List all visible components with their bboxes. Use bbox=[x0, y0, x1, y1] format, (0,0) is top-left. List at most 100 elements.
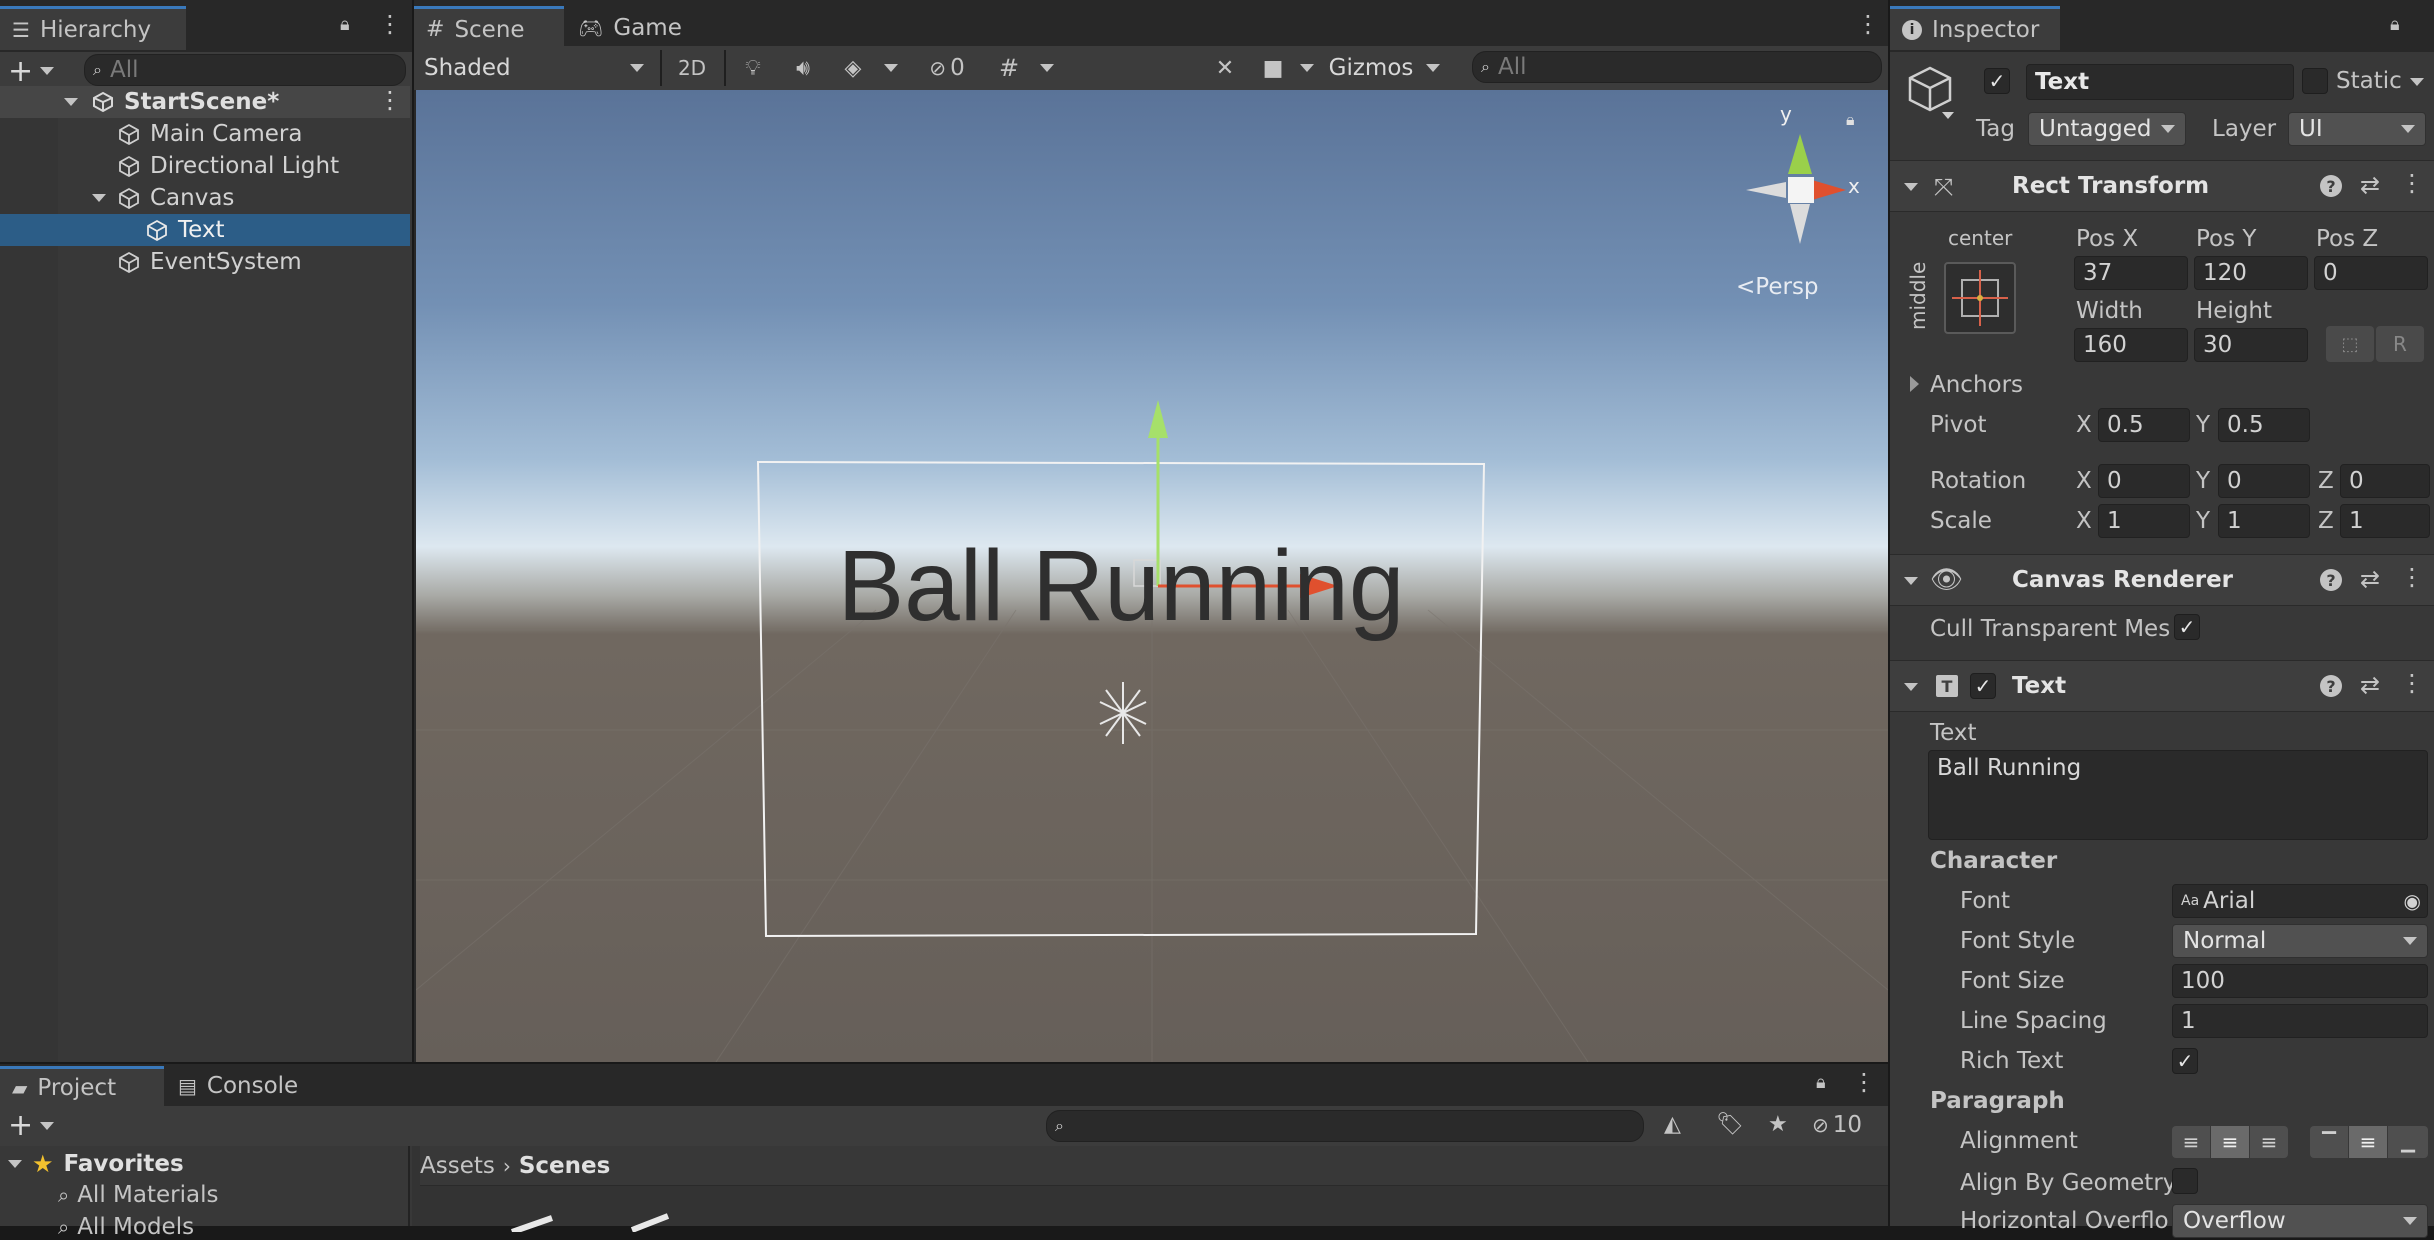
text-area[interactable]: Ball Running bbox=[1928, 750, 2428, 840]
orientation-gizmo[interactable] bbox=[1716, 104, 1886, 264]
canvas-renderer-header[interactable]: 👁︎ Canvas Renderer ? ⇄ ⋮ bbox=[1890, 554, 2434, 606]
favorites-item[interactable]: ⌕ All Materials bbox=[58, 1182, 218, 1208]
object-picker-icon[interactable]: ◉ bbox=[2404, 889, 2421, 913]
scene-viewport[interactable]: Ball Running y x 🔒︎ <Persp bbox=[416, 90, 1888, 1062]
foldout-arrow-icon[interactable] bbox=[1904, 183, 1918, 191]
add-icon[interactable]: + bbox=[8, 1108, 33, 1143]
help-icon[interactable]: ? bbox=[2320, 675, 2342, 697]
tab-project[interactable]: ▰ Project bbox=[0, 1066, 164, 1106]
effects-dropdown[interactable] bbox=[876, 47, 906, 89]
component-enabled-checkbox[interactable]: ✓ bbox=[1970, 673, 1996, 699]
line-spacing-field[interactable]: 1 bbox=[2172, 1004, 2428, 1038]
grid-dropdown[interactable] bbox=[1032, 47, 1062, 89]
chevron-down-icon[interactable] bbox=[40, 1122, 54, 1130]
foldout-arrow-icon[interactable] bbox=[1910, 376, 1919, 392]
expand-arrow-icon[interactable] bbox=[92, 194, 106, 202]
hierarchy-item[interactable]: Directional Light bbox=[0, 150, 410, 182]
align-right-button[interactable]: ≡ bbox=[2250, 1126, 2288, 1158]
camera-dropdown[interactable] bbox=[1294, 47, 1320, 89]
align-by-geometry-checkbox[interactable] bbox=[2172, 1168, 2198, 1194]
horizontal-overflow-dropdown[interactable]: Overflow bbox=[2172, 1204, 2428, 1238]
pos-z-field[interactable]: 0 bbox=[2314, 256, 2428, 290]
more-icon[interactable]: ⋮ bbox=[1856, 10, 1880, 38]
layer-dropdown[interactable]: UI bbox=[2288, 112, 2426, 146]
favorites-item[interactable]: ⌕ All Models bbox=[58, 1214, 194, 1240]
chevron-down-icon[interactable] bbox=[2410, 78, 2424, 86]
anchors-label[interactable]: Anchors bbox=[1930, 372, 2023, 398]
2d-toggle-button[interactable]: 2D bbox=[666, 47, 718, 89]
scene-row[interactable]: StartScene* ⋮ bbox=[0, 86, 410, 118]
draw-mode-dropdown[interactable]: Shaded bbox=[414, 47, 654, 89]
scale-y-field[interactable]: 1 bbox=[2218, 504, 2310, 538]
text-component-header[interactable]: T ✓ Text ? ⇄ ⋮ bbox=[1890, 660, 2434, 712]
lock-icon[interactable]: 🔒︎ bbox=[2390, 14, 2400, 35]
project-search-input[interactable]: ⌕ bbox=[1046, 1110, 1644, 1142]
more-icon[interactable]: ⋮ bbox=[1852, 1068, 1876, 1096]
font-style-dropdown[interactable]: Normal bbox=[2172, 924, 2428, 958]
scale-z-field[interactable]: 1 bbox=[2340, 504, 2430, 538]
align-center-button[interactable]: ≡ bbox=[2211, 1126, 2249, 1158]
scene-search-input[interactable]: ⌕ All bbox=[1472, 51, 1882, 83]
scene-text-object[interactable]: Ball Running bbox=[756, 530, 1486, 642]
help-icon[interactable]: ? bbox=[2320, 569, 2342, 591]
font-size-field[interactable]: 100 bbox=[2172, 964, 2428, 998]
height-field[interactable]: 30 bbox=[2194, 328, 2308, 362]
tag-dropdown[interactable]: Untagged bbox=[2028, 112, 2186, 146]
tab-console[interactable]: ▤ Console bbox=[166, 1066, 316, 1106]
more-icon[interactable]: ⋮ bbox=[378, 10, 402, 38]
help-icon[interactable]: ? bbox=[2320, 175, 2342, 197]
more-icon[interactable]: ⋮ bbox=[2400, 563, 2424, 591]
hierarchy-item[interactable]: Main Camera bbox=[0, 118, 410, 150]
more-icon[interactable]: ⋮ bbox=[2400, 169, 2424, 197]
foldout-arrow-icon[interactable] bbox=[1904, 683, 1918, 691]
gizmos-button[interactable]: Gizmos bbox=[1324, 47, 1418, 89]
hidden-packages-button[interactable]: ⊘ 10 bbox=[1812, 1112, 1862, 1138]
tab-scene[interactable]: # Scene bbox=[414, 6, 564, 50]
rot-x-field[interactable]: 0 bbox=[2098, 464, 2190, 498]
object-name-field[interactable]: Text bbox=[2026, 64, 2294, 100]
scene-asset-icon[interactable] bbox=[492, 1212, 752, 1232]
blueprint-mode-button[interactable]: ⬚ bbox=[2326, 326, 2374, 362]
more-icon[interactable]: ⋮ bbox=[378, 86, 402, 114]
cull-transparent-checkbox[interactable]: ✓ bbox=[2174, 614, 2200, 640]
projection-toggle[interactable]: <Persp bbox=[1736, 274, 1819, 300]
font-field[interactable]: Aa Arial ◉ bbox=[2172, 884, 2428, 918]
lock-icon[interactable]: 🔒︎ bbox=[1816, 1072, 1826, 1093]
raw-edit-button[interactable]: R bbox=[2376, 326, 2424, 362]
foldout-arrow-icon[interactable] bbox=[1904, 577, 1918, 585]
effects-toggle-button[interactable]: ◈ bbox=[830, 47, 876, 89]
expand-arrow-icon[interactable] bbox=[64, 98, 78, 106]
breadcrumb-item[interactable]: Scenes bbox=[519, 1153, 610, 1179]
filter-by-label-icon[interactable]: 🏷︎ bbox=[1716, 1112, 1744, 1137]
active-checkbox[interactable]: ✓ bbox=[1984, 68, 2010, 94]
pos-x-field[interactable]: 37 bbox=[2074, 256, 2188, 290]
hidden-objects-button[interactable]: ⊘ 0 bbox=[912, 47, 982, 89]
hierarchy-item[interactable]: Canvas bbox=[0, 182, 410, 214]
lighting-toggle-button[interactable]: 💡︎ bbox=[730, 47, 776, 89]
preset-icon[interactable]: ⇄ bbox=[2360, 171, 2380, 199]
camera-button[interactable]: ■ bbox=[1252, 47, 1294, 89]
favorites-header[interactable]: ★ Favorites bbox=[8, 1150, 184, 1178]
scale-x-field[interactable]: 1 bbox=[2098, 504, 2190, 538]
breadcrumb-item[interactable]: Assets bbox=[420, 1153, 495, 1179]
rot-y-field[interactable]: 0 bbox=[2218, 464, 2310, 498]
align-bottom-button[interactable]: ▁ bbox=[2388, 1126, 2428, 1158]
rect-transform-header[interactable]: ⤧ Rect Transform ? ⇄ ⋮ bbox=[1890, 160, 2434, 212]
hierarchy-item-selected[interactable]: Text bbox=[0, 214, 410, 246]
width-field[interactable]: 160 bbox=[2074, 328, 2188, 362]
tab-inspector[interactable]: i Inspector bbox=[1890, 6, 2060, 50]
more-icon[interactable]: ⋮ bbox=[2400, 669, 2424, 697]
align-middle-button[interactable]: ≡ bbox=[2349, 1126, 2387, 1158]
hierarchy-item[interactable]: EventSystem bbox=[0, 246, 410, 278]
align-top-button[interactable]: ▔ bbox=[2310, 1126, 2348, 1158]
lock-icon[interactable]: 🔒︎ bbox=[340, 14, 350, 35]
tab-game[interactable]: 🎮︎ Game bbox=[566, 6, 706, 50]
tools-button[interactable]: ✕ bbox=[1202, 47, 1248, 89]
audio-toggle-button[interactable]: 🔊︎ bbox=[780, 47, 826, 89]
lock-icon[interactable]: 🔒︎ bbox=[1846, 110, 1855, 130]
filter-by-type-icon[interactable]: ◭ bbox=[1664, 1112, 1681, 1137]
rot-z-field[interactable]: 0 bbox=[2340, 464, 2430, 498]
static-checkbox[interactable] bbox=[2302, 68, 2328, 94]
grid-toggle-button[interactable]: # bbox=[986, 47, 1032, 89]
hierarchy-search-input[interactable]: ⌕ All bbox=[84, 54, 406, 86]
